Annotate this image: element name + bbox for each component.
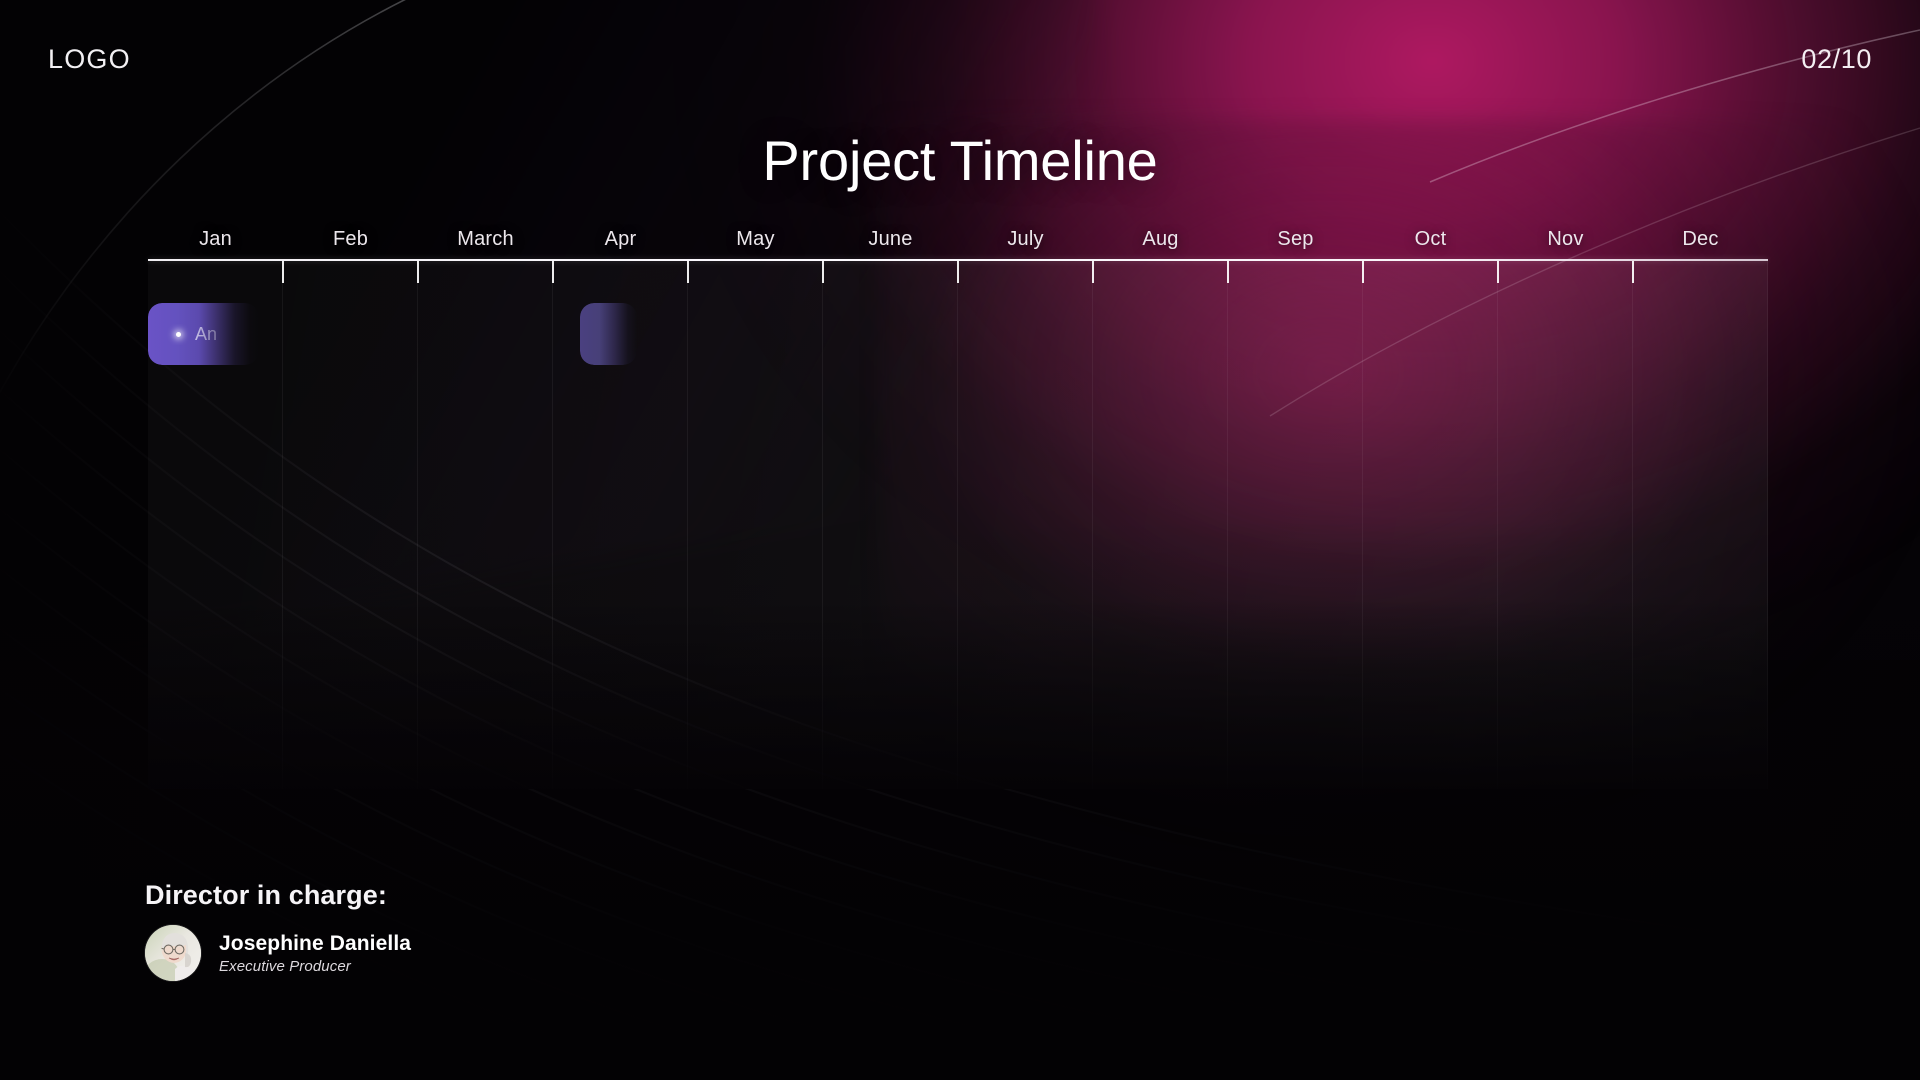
- month-label-oct: Oct: [1414, 228, 1447, 250]
- task-status-dot-icon: [176, 331, 181, 337]
- timeline-column-sep: [1227, 261, 1363, 789]
- logo[interactable]: LOGO: [48, 44, 131, 75]
- timeline-chart: Jan Feb March Apr May June July Aug Sep Oct Nov Dec…: [148, 228, 1768, 789]
- timeline-column-nov: [1497, 261, 1633, 789]
- task-bar-content: An: [148, 324, 259, 345]
- axis-tick-sep: [1227, 261, 1229, 283]
- director-role: Executive Producer: [219, 957, 351, 975]
- timeline-column-feb: [282, 261, 418, 789]
- timeline-column-march: [417, 261, 553, 789]
- timeline-column-june: [822, 261, 958, 789]
- axis-tick-feb: [282, 261, 284, 283]
- month-label-june: June: [868, 228, 913, 250]
- director-name: Josephine Daniella: [219, 931, 412, 955]
- month-label-apr: Apr: [604, 228, 637, 250]
- month-label-jan: Jan: [199, 228, 232, 250]
- timeline-column-dec: [1632, 261, 1768, 789]
- timeline-column-july: [957, 261, 1093, 789]
- month-label-feb: Feb: [332, 228, 369, 250]
- month-label-aug: Aug: [1142, 228, 1179, 250]
- axis-tick-may: [687, 261, 689, 283]
- avatar: [145, 925, 201, 981]
- timeline-task-bar[interactable]: An: [148, 303, 259, 365]
- month-label-may: May: [736, 228, 775, 250]
- axis-tick-oct: [1362, 261, 1364, 283]
- month-label-dec: Dec: [1682, 228, 1719, 250]
- axis-tick-aug: [1092, 261, 1094, 283]
- month-label-sep: Sep: [1277, 228, 1314, 250]
- director-person: Josephine Daniella Executive Producer: [145, 925, 411, 981]
- timeline-column-may: [687, 261, 823, 789]
- axis-tick-apr: [552, 261, 554, 283]
- timeline-task-bar[interactable]: [580, 303, 637, 365]
- axis-tick-dec: [1632, 261, 1634, 283]
- director-heading: Director in charge:: [145, 880, 387, 910]
- axis-tick-june: [822, 261, 824, 283]
- task-bar-label: An: [195, 323, 218, 344]
- timeline-month-header: Jan Feb March Apr May June July Aug Sep Oct Nov Dec: [148, 228, 1768, 259]
- month-label-july: July: [1007, 228, 1044, 250]
- slide-canvas: LOGO 02/10 Project Timeline Jan Feb March A…: [0, 0, 1920, 1080]
- director-text: Josephine Daniella Executive Producer: [219, 932, 411, 975]
- month-label-nov: Nov: [1547, 228, 1584, 250]
- timeline-column-aug: [1092, 261, 1228, 789]
- month-label-march: March: [457, 228, 514, 250]
- page-counter: 02/10: [1801, 44, 1872, 74]
- page-title: Project Timeline: [762, 129, 1158, 192]
- axis-tick-nov: [1497, 261, 1499, 283]
- task-bar-fill: [580, 303, 637, 365]
- timeline-grid-panel: An: [148, 261, 1768, 789]
- timeline-column-oct: [1362, 261, 1498, 789]
- axis-tick-july: [957, 261, 959, 283]
- axis-tick-march: [417, 261, 419, 283]
- director-block: Director in charge: Josephine Daniella E…: [145, 880, 411, 981]
